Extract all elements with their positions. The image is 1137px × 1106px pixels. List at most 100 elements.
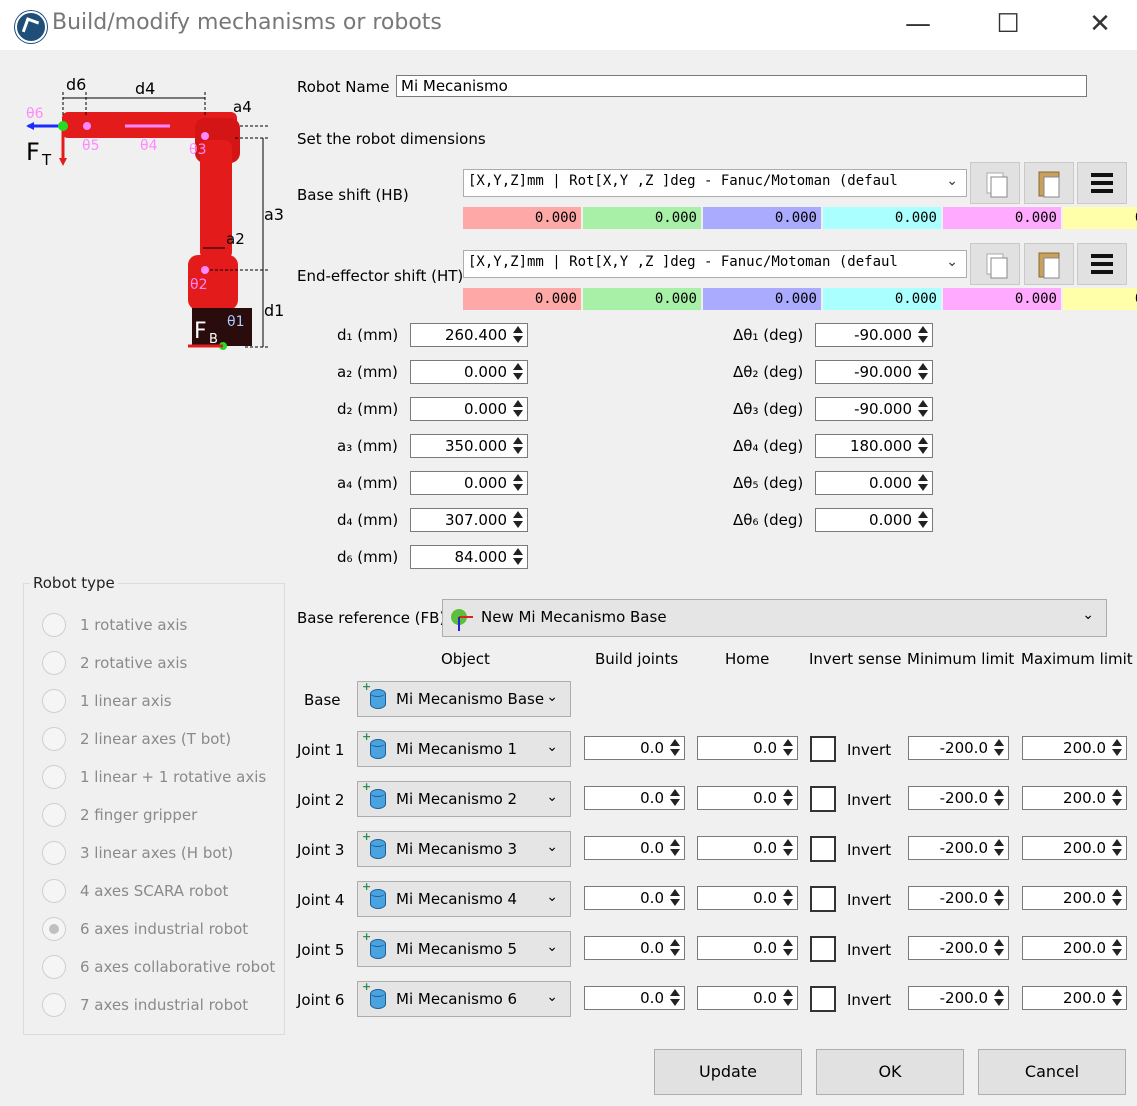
spin-arrows-icon[interactable] xyxy=(1110,988,1125,1008)
dim-spinbox-5[interactable]: 0.000 xyxy=(410,471,528,495)
base-shift-value-3[interactable]: 0.000 xyxy=(703,207,821,229)
min-limit-spinbox-2[interactable]: -200.0 xyxy=(908,786,1009,810)
tool-shift-value-4[interactable]: 0.000 xyxy=(823,288,941,310)
ok-button[interactable]: OK xyxy=(816,1049,964,1095)
copy-base-shift-button[interactable] xyxy=(970,162,1020,204)
spin-arrows-icon[interactable] xyxy=(1110,788,1125,808)
spin-arrows-icon[interactable] xyxy=(1110,888,1125,908)
spin-arrows-icon[interactable] xyxy=(781,788,796,808)
robot-type-radio-1[interactable] xyxy=(42,613,66,637)
home-spinbox-4[interactable]: 0.0 xyxy=(697,886,798,910)
spin-arrows-icon[interactable] xyxy=(781,938,796,958)
joint-object-dropdown-2[interactable]: + Mi Mecanismo 2 ⌄ xyxy=(357,780,571,817)
robot-type-radio-11[interactable] xyxy=(42,993,66,1017)
dim-spinbox-2[interactable]: 0.000 xyxy=(410,360,528,384)
spin-arrows-icon[interactable] xyxy=(916,362,931,382)
max-limit-spinbox-6[interactable]: 200.0 xyxy=(1022,986,1127,1010)
robot-type-radio-9[interactable] xyxy=(42,917,66,941)
invert-label-4[interactable]: Invert xyxy=(847,891,891,909)
build-joint-spinbox-5[interactable]: 0.0 xyxy=(584,936,685,960)
robot-type-radio-2[interactable] xyxy=(42,651,66,675)
robot-type-label-10[interactable]: 6 axes collaborative robot xyxy=(80,958,275,976)
spin-arrows-icon[interactable] xyxy=(916,473,931,493)
robot-type-label-2[interactable]: 2 rotative axis xyxy=(80,654,187,672)
spin-arrows-icon[interactable] xyxy=(668,888,683,908)
robot-type-label-1[interactable]: 1 rotative axis xyxy=(80,616,187,634)
build-joint-spinbox-6[interactable]: 0.0 xyxy=(584,986,685,1010)
robot-type-radio-5[interactable] xyxy=(42,765,66,789)
spin-arrows-icon[interactable] xyxy=(668,838,683,858)
base-reference-dropdown[interactable]: New Mi Mecanismo Base ⌄ xyxy=(442,599,1107,637)
spin-arrows-icon[interactable] xyxy=(781,988,796,1008)
theta-spinbox-6[interactable]: 0.000 xyxy=(815,508,933,532)
update-button[interactable]: Update xyxy=(654,1049,802,1095)
invert-label-3[interactable]: Invert xyxy=(847,841,891,859)
tool-shift-format-dropdown[interactable]: [X,Y,Z]mm | Rot[X,Y ,Z ]deg - Fanuc/Moto… xyxy=(463,250,967,278)
spin-arrows-icon[interactable] xyxy=(1110,938,1125,958)
robot-type-label-7[interactable]: 3 linear axes (H bot) xyxy=(80,844,233,862)
max-limit-spinbox-3[interactable]: 200.0 xyxy=(1022,836,1127,860)
build-joint-spinbox-2[interactable]: 0.0 xyxy=(584,786,685,810)
home-spinbox-1[interactable]: 0.0 xyxy=(697,736,798,760)
base-shift-value-2[interactable]: 0.000 xyxy=(583,207,701,229)
spin-arrows-icon[interactable] xyxy=(511,325,526,345)
invert-label-1[interactable]: Invert xyxy=(847,741,891,759)
build-joint-spinbox-4[interactable]: 0.0 xyxy=(584,886,685,910)
min-limit-spinbox-6[interactable]: -200.0 xyxy=(908,986,1009,1010)
dim-spinbox-1[interactable]: 260.400 xyxy=(410,323,528,347)
min-limit-spinbox-5[interactable]: -200.0 xyxy=(908,936,1009,960)
spin-arrows-icon[interactable] xyxy=(992,788,1007,808)
robot-type-label-9[interactable]: 6 axes industrial robot xyxy=(80,920,248,938)
spin-arrows-icon[interactable] xyxy=(916,399,931,419)
spin-arrows-icon[interactable] xyxy=(916,436,931,456)
spin-arrows-icon[interactable] xyxy=(511,510,526,530)
spin-arrows-icon[interactable] xyxy=(1110,738,1125,758)
theta-spinbox-4[interactable]: 180.000 xyxy=(815,434,933,458)
theta-spinbox-2[interactable]: -90.000 xyxy=(815,360,933,384)
spin-arrows-icon[interactable] xyxy=(511,362,526,382)
spin-arrows-icon[interactable] xyxy=(916,325,931,345)
invert-checkbox-2[interactable] xyxy=(810,786,836,812)
spin-arrows-icon[interactable] xyxy=(992,838,1007,858)
invert-checkbox-3[interactable] xyxy=(810,836,836,862)
invert-checkbox-5[interactable] xyxy=(810,936,836,962)
spin-arrows-icon[interactable] xyxy=(511,399,526,419)
invert-checkbox-1[interactable] xyxy=(810,736,836,762)
dim-spinbox-3[interactable]: 0.000 xyxy=(410,397,528,421)
spin-arrows-icon[interactable] xyxy=(1110,838,1125,858)
robot-type-label-5[interactable]: 1 linear + 1 rotative axis xyxy=(80,768,266,786)
robot-type-radio-6[interactable] xyxy=(42,803,66,827)
max-limit-spinbox-2[interactable]: 200.0 xyxy=(1022,786,1127,810)
tool-shift-value-6[interactable]: 0.000 xyxy=(1063,288,1137,310)
spin-arrows-icon[interactable] xyxy=(781,888,796,908)
invert-label-2[interactable]: Invert xyxy=(847,791,891,809)
tool-shift-value-1[interactable]: 0.000 xyxy=(463,288,581,310)
base-shift-format-dropdown[interactable]: [X,Y,Z]mm | Rot[X,Y ,Z ]deg - Fanuc/Moto… xyxy=(463,169,967,197)
spin-arrows-icon[interactable] xyxy=(781,738,796,758)
invert-label-6[interactable]: Invert xyxy=(847,991,891,1009)
dim-spinbox-6[interactable]: 307.000 xyxy=(410,508,528,532)
theta-spinbox-5[interactable]: 0.000 xyxy=(815,471,933,495)
spin-arrows-icon[interactable] xyxy=(511,436,526,456)
cancel-button[interactable]: Cancel xyxy=(978,1049,1126,1095)
home-spinbox-3[interactable]: 0.0 xyxy=(697,836,798,860)
home-spinbox-6[interactable]: 0.0 xyxy=(697,986,798,1010)
joint-object-dropdown-3[interactable]: + Mi Mecanismo 3 ⌄ xyxy=(357,830,571,867)
spin-arrows-icon[interactable] xyxy=(668,938,683,958)
robot-type-radio-4[interactable] xyxy=(42,727,66,751)
joint-object-dropdown-1[interactable]: + Mi Mecanismo 1 ⌄ xyxy=(357,730,571,767)
robot-type-label-8[interactable]: 4 axes SCARA robot xyxy=(80,882,228,900)
theta-spinbox-3[interactable]: -90.000 xyxy=(815,397,933,421)
joint-object-dropdown-6[interactable]: + Mi Mecanismo 6 ⌄ xyxy=(357,980,571,1017)
invert-checkbox-6[interactable] xyxy=(810,986,836,1012)
joint-object-dropdown-4[interactable]: + Mi Mecanismo 4 ⌄ xyxy=(357,880,571,917)
max-limit-spinbox-4[interactable]: 200.0 xyxy=(1022,886,1127,910)
spin-arrows-icon[interactable] xyxy=(992,938,1007,958)
spin-arrows-icon[interactable] xyxy=(511,547,526,567)
robot-type-radio-10[interactable] xyxy=(42,955,66,979)
robot-type-label-4[interactable]: 2 linear axes (T bot) xyxy=(80,730,231,748)
robot-type-label-6[interactable]: 2 finger gripper xyxy=(80,806,197,824)
spin-arrows-icon[interactable] xyxy=(668,988,683,1008)
spin-arrows-icon[interactable] xyxy=(668,738,683,758)
min-limit-spinbox-1[interactable]: -200.0 xyxy=(908,736,1009,760)
